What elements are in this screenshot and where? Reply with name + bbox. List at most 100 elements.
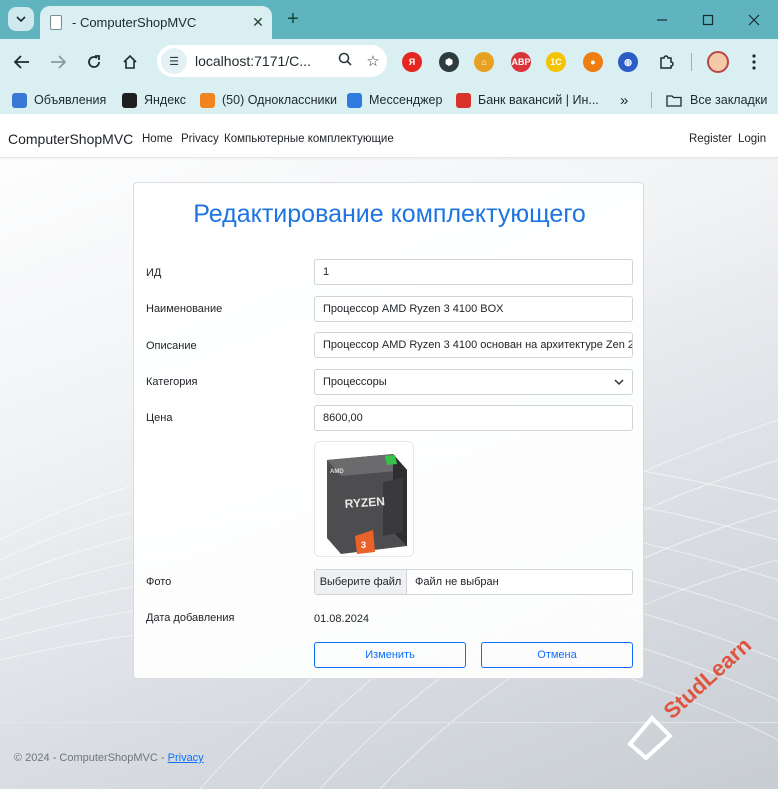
all-bookmarks-label: Все закладки [690,93,768,107]
footer-privacy-link[interactable]: Privacy [168,752,204,764]
photo-label: Фото [146,576,172,588]
yandex-star-icon [122,92,137,108]
kebab-menu-icon [752,54,756,70]
adblock-icon[interactable]: ABP [511,52,531,72]
home-button[interactable] [116,48,144,76]
home-colored-icon[interactable]: ⌂ [474,52,494,72]
nav-home[interactable]: Home [142,133,173,145]
messenger-icon [347,92,362,108]
close-icon [748,14,760,25]
file-status: Файл не выбран [415,576,499,588]
shield-icon[interactable]: ⬢ [439,52,459,72]
maximize-icon [702,14,714,25]
price-label: Цена [146,412,173,424]
menu-button[interactable] [740,48,768,76]
bookmark-item[interactable]: Мессенджер [347,91,442,109]
page-icon [50,15,62,30]
reload-button[interactable] [80,48,108,76]
studlearn-watermark: StudLearn [627,640,757,760]
back-button[interactable] [8,48,36,76]
close-window-button[interactable] [734,0,774,39]
firefox-like-icon[interactable]: ● [583,52,603,72]
nav-privacy[interactable]: Privacy [181,133,219,145]
back-arrow-icon [14,55,29,69]
photo-file-input[interactable]: Выберите файл Файл не выбран [314,569,633,595]
site-navbar: ComputerShopMVC Home Privacy Компьютерны… [0,120,778,158]
new-tab-button[interactable]: + [283,8,303,30]
browser-tabbar: - ComputerShopMVC ✕ + [0,0,778,39]
description-label: Описание [146,340,197,352]
bookmarks-divider [651,92,652,108]
choose-file-button[interactable]: Выберите файл [315,570,407,594]
profile-button[interactable] [704,48,732,76]
price-field[interactable]: 8600,00 [314,405,633,431]
footer-text: © 2024 - ComputerShopMVC - [14,752,168,764]
date-value: 01.08.2024 [314,613,370,625]
tab-search-button[interactable] [8,7,34,31]
nav-register[interactable]: Register [689,133,732,145]
cancel-button[interactable]: Отмена [481,642,633,668]
edit-form-card: Редактирование комплектующего ИД 1 Наиме… [133,182,644,679]
id-label: ИД [146,267,162,279]
search-icon[interactable] [331,52,359,70]
bookmark-star-icon[interactable]: ☆ [359,52,387,70]
chevron-down-icon [614,379,624,386]
site-info-icon[interactable]: ☰ [161,48,187,74]
extensions-button[interactable] [652,48,680,76]
bookmark-label: (50) Одноклассники [222,93,337,107]
box-number-text: 3 [361,540,366,550]
doc-icon [12,92,27,108]
nav-components[interactable]: Компьютерные комплектующие [224,133,394,145]
bookmarks-overflow-button[interactable]: » [620,91,628,109]
bookmark-item[interactable]: Банк вакансий | Ин... [456,91,599,109]
save-button[interactable]: Изменить [314,642,466,668]
home-icon [123,54,137,69]
maximize-button[interactable] [688,0,728,39]
all-bookmarks[interactable]: Все закладки [666,91,767,109]
date-label: Дата добавления [146,612,235,624]
bookmark-item[interactable]: Объявления [12,91,106,109]
browser-tab[interactable]: - ComputerShopMVC ✕ [40,6,272,39]
hh-icon [456,92,471,108]
chevron-down-icon [16,16,26,22]
box-brand-text: AMD [330,469,344,475]
nav-login[interactable]: Login [738,133,766,145]
folder-icon [666,94,682,107]
minimize-button[interactable] [642,0,682,39]
web-page: ComputerShopMVC Home Privacy Компьютерны… [0,120,778,789]
box-text: RYZEN [344,494,385,511]
reload-icon [88,55,100,68]
bookmarks-bar: Объявления Яндекс (50) Одноклассники Мессен… [0,85,778,114]
puzzle-icon [660,55,674,69]
address-bar[interactable]: ☰ localhost:7171/C... ☆ [157,45,387,77]
site-brand[interactable]: ComputerShopMVC [8,131,133,147]
bookmark-label: Объявления [34,93,107,107]
bookmark-item[interactable]: (50) Одноклассники [200,91,337,109]
cpu-box-image: RYZEN AMD 3 [327,454,407,554]
id-field[interactable]: 1 [314,259,633,285]
category-selected-value: Процессоры [323,376,387,388]
description-field[interactable]: Процессор AMD Ryzen 3 4100 основан на ар… [314,332,633,358]
bookmark-label: Мессенджер [369,93,443,107]
product-photo: RYZEN AMD 3 [314,441,414,557]
address-url[interactable]: localhost:7171/C... [195,53,331,69]
category-select[interactable]: Процессоры [314,369,633,395]
name-field[interactable]: Процессор AMD Ryzen 3 4100 BOX [314,296,633,322]
page-title: Редактирование комплектующего [193,200,586,228]
forward-button[interactable] [44,48,72,76]
1c-icon[interactable]: 1С [546,52,566,72]
globe-icon[interactable]: ◍ [618,52,638,72]
bookmark-label: Яндекс [144,93,187,107]
name-label: Наименование [146,303,223,315]
toolbar-divider [691,53,692,71]
browser-toolbar: ☰ localhost:7171/C... ☆ Я ⬢ ⌂ ABP 1С ● ◍ [0,39,778,85]
tab-title: - ComputerShopMVC [72,15,197,30]
bookmark-item[interactable]: Яндекс [122,91,186,109]
close-icon[interactable]: ✕ [248,13,268,33]
minimize-icon [657,18,667,21]
yandex-icon[interactable]: Я [402,52,422,72]
forward-arrow-icon [51,55,66,69]
odnoklassniki-icon [200,92,215,108]
watermark-text: StudLearn [659,640,757,724]
bookmark-label: Банк вакансий | Ин... [478,93,599,107]
